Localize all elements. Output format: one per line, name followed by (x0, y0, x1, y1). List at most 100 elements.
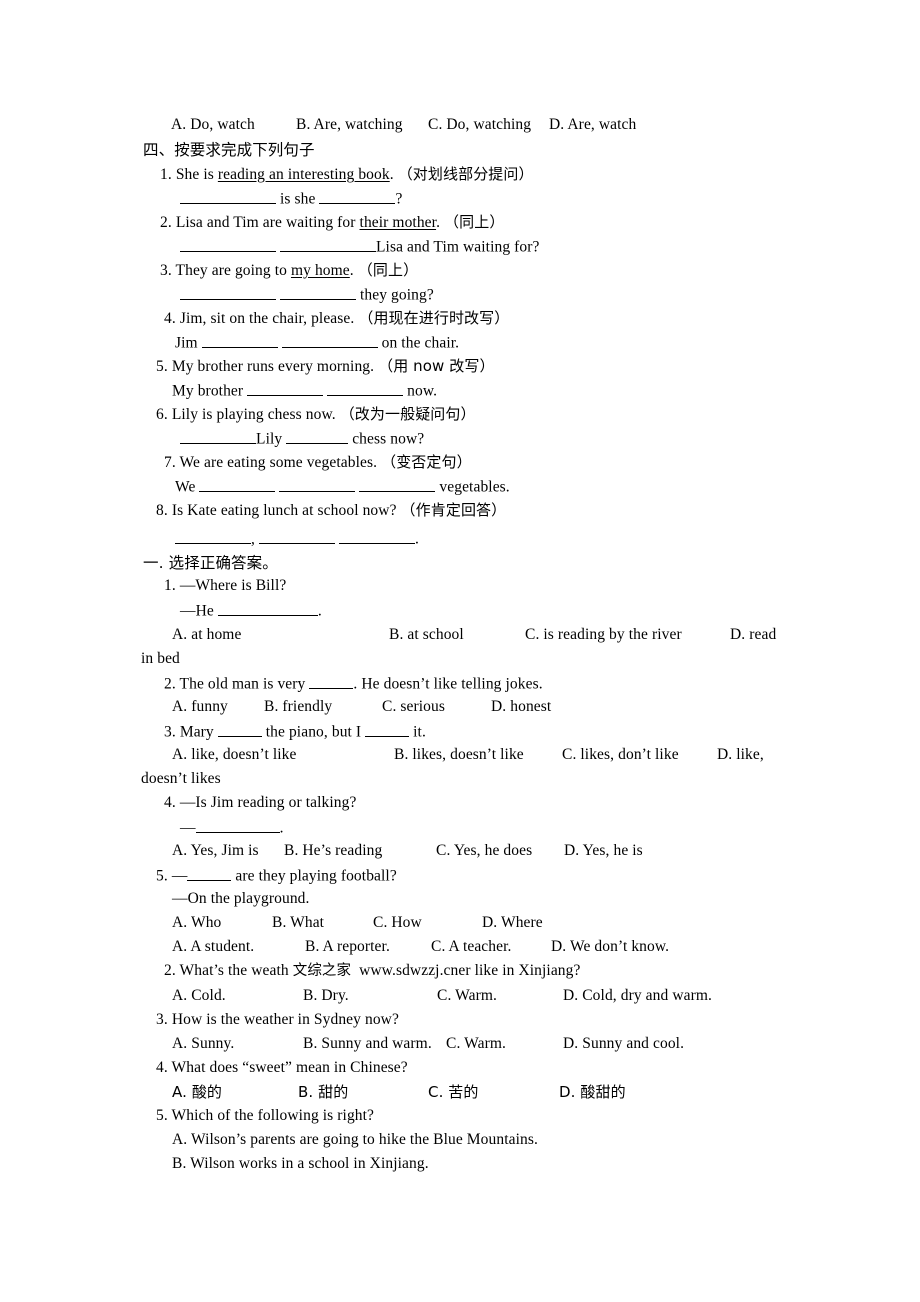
question-stem: —Is Jim reading or talking? (179, 794, 357, 811)
answer-blank[interactable] (217, 721, 262, 737)
stem-pre: They are going to (175, 262, 291, 279)
r4-option-d: D. 酸甜的 (559, 1083, 626, 1101)
question-number: 3. (164, 723, 176, 741)
answer-blank[interactable] (180, 188, 276, 204)
q3-option-d: D. like, (717, 746, 764, 763)
option-b: B. Are, watching (296, 116, 403, 133)
answer-blank[interactable] (258, 528, 335, 544)
q5b-option-d: D. We don’t know. (551, 938, 670, 955)
section-four-answer-3: they going? (180, 284, 434, 306)
stem-pre: Jim, sit on the chair, please. (179, 310, 355, 327)
answer-blank[interactable] (279, 284, 356, 300)
section-one-heading: 一. 选择正确答案。 (143, 554, 278, 572)
answer-blank[interactable] (201, 332, 278, 348)
answer-blank[interactable] (319, 188, 396, 204)
answer-blank[interactable] (286, 428, 349, 444)
q3-option-c: C. likes, don’t like (562, 746, 679, 763)
section-four-answer-5: My brother now. (172, 380, 437, 402)
answer-blank[interactable] (327, 380, 404, 396)
stem-pre: The old man is very (179, 675, 310, 693)
section-one-question-1-reply: —He . (180, 600, 322, 622)
reading-question-5: 5. Which of the following is right? (156, 1106, 374, 1126)
answer-blank[interactable] (359, 476, 436, 492)
answer-blank[interactable] (217, 600, 318, 616)
section-four-item-3: 3. They are going to my home. （同上） (160, 260, 418, 281)
answer-blank[interactable] (279, 236, 376, 252)
stem-post: . (349, 262, 354, 279)
answer-blank[interactable] (175, 528, 251, 544)
stem-pre: We are eating some vegetables. (179, 454, 378, 471)
answer-blank[interactable] (338, 528, 415, 544)
item-number: 1. (160, 166, 172, 183)
item-number: 5. (156, 358, 168, 375)
section-one-question-4: 4. —Is Jim reading or talking? (164, 793, 356, 813)
section-four-heading: 四、按要求完成下列句子 (143, 141, 315, 159)
answer-blank[interactable] (365, 721, 410, 737)
instruction: （作肯定回答） (400, 501, 507, 519)
reply-post: . (317, 602, 322, 620)
q2-option-c: C. serious (382, 698, 445, 715)
answer-blank[interactable] (180, 428, 256, 444)
q5-option-b: B. What (272, 914, 325, 931)
item-number: 8. (156, 502, 168, 519)
option-row-top: A. Do, watch (171, 115, 255, 135)
question-number: 2. (164, 675, 176, 693)
instruction: （同上） (357, 261, 419, 279)
document-page: A. Do, watch B. Are, watching C. Do, wat… (0, 0, 920, 1302)
stem-post: . (436, 214, 441, 231)
instruction: （对划线部分提问） (397, 165, 534, 183)
q3-option-d-wrap: doesn’t likes (141, 770, 221, 787)
answer-post: chess now? (348, 430, 425, 448)
answer-pre: Jim (175, 334, 202, 352)
instruction: （用 now 改写） (378, 357, 495, 375)
stem-post: it. (409, 723, 426, 741)
instruction: （同上） (444, 213, 505, 231)
stem-pre: Lisa and Tim are waiting for (175, 214, 360, 231)
answer-blank[interactable] (187, 865, 232, 881)
weather-word-prefix: weath (251, 962, 289, 979)
answer-blank[interactable] (180, 284, 276, 300)
r3-option-a: A. Sunny. (172, 1035, 235, 1052)
answer-mid: , (251, 530, 259, 548)
stem-pre: My brother runs every morning. (171, 358, 375, 375)
answer-post: vegetables. (435, 478, 510, 496)
r3-option-c: C. Warm. (446, 1035, 506, 1052)
answer-post: ? (395, 190, 403, 208)
answer-blank[interactable] (195, 817, 280, 833)
q1-option-c: C. is reading by the river (525, 626, 682, 643)
question-number: 5. (156, 867, 168, 885)
answer-blank[interactable] (309, 673, 354, 689)
r4-option-c: C. 苦的 (428, 1083, 479, 1101)
item-number: 6. (156, 406, 168, 423)
section-four-answer-1: is she ? (180, 188, 402, 210)
reply-pre: — (180, 819, 196, 837)
stem-pre: Mary (179, 723, 218, 741)
section-four-item-5: 5. My brother runs every morning. （用 now… (156, 356, 495, 377)
reading-question-4: 4. What does “sweet” mean in Chinese? (156, 1058, 408, 1078)
answer-pre: We (175, 478, 200, 496)
answer-blank[interactable] (180, 236, 276, 252)
r2-option-d: D. Cold, dry and warm. (563, 987, 712, 1004)
answer-blank[interactable] (279, 476, 356, 492)
answer-blank[interactable] (281, 332, 378, 348)
q1-option-d: D. read (730, 626, 777, 643)
r5-option-b: B. Wilson works in a school in Xinjiang. (172, 1155, 429, 1172)
q3-option-b: B. likes, doesn’t like (394, 746, 524, 763)
section-one-question-5-reply: —On the playground. (172, 890, 310, 907)
stem-pre: She is (175, 166, 218, 183)
section-four-answer-8: , . (175, 528, 419, 550)
question-number: 5. (156, 1107, 168, 1124)
stem-pre: Lily is playing chess now. (171, 406, 336, 423)
q4-option-b: B. He’s reading (284, 842, 383, 859)
q5b-option-a: A. A student. (172, 938, 255, 955)
q5-option-a: A. Who (172, 914, 222, 931)
answer-blank[interactable] (199, 476, 276, 492)
stem-post: are they playing football? (231, 867, 397, 885)
section-one-question-2: 2. The old man is very . He doesn’t like… (164, 673, 543, 695)
q1-option-d-wrap: in bed (141, 650, 180, 667)
stem-mid: the piano, but I (261, 723, 366, 741)
question-stem: Which of the following is right? (171, 1107, 375, 1124)
q2-option-d: D. honest (491, 698, 552, 715)
answer-blank[interactable] (247, 380, 324, 396)
section-four-answer-2: Lisa and Tim waiting for? (180, 236, 540, 258)
